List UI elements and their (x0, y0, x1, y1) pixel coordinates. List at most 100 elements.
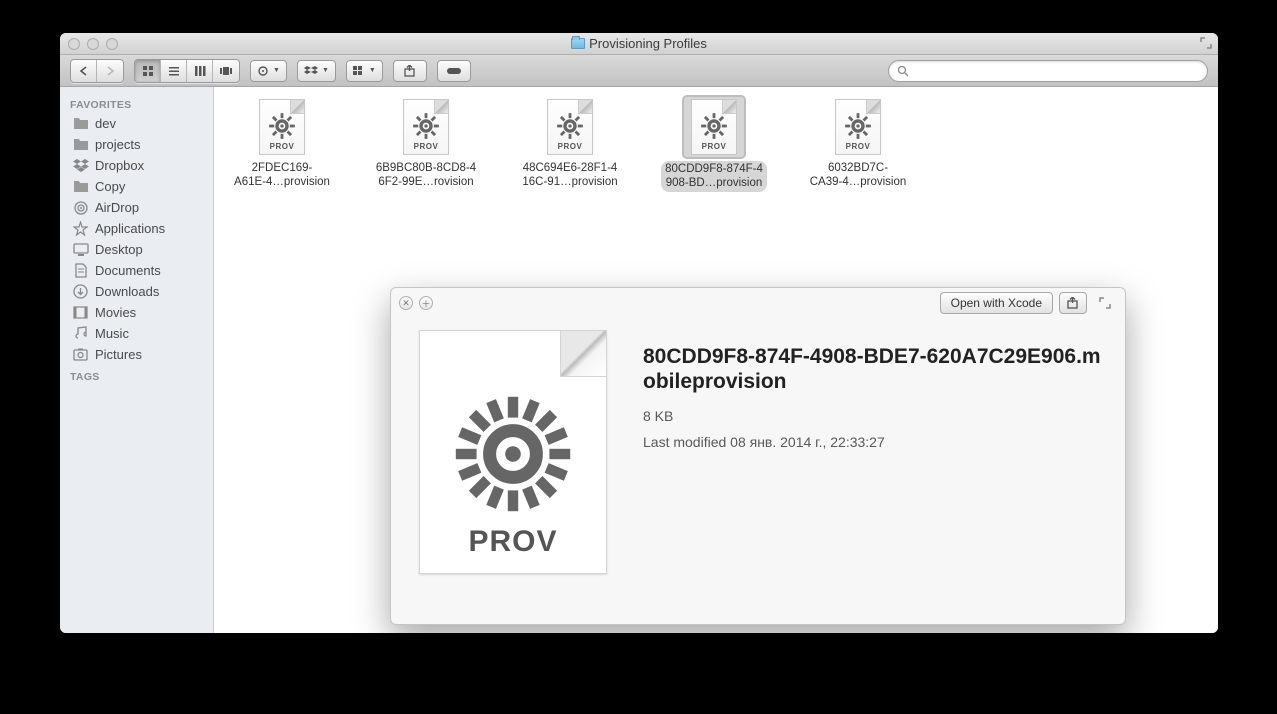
finder-window: Provisioning Profiles (60, 33, 1218, 633)
sidebar-item-movies[interactable]: Movies (60, 302, 213, 323)
prov-label: PROV (270, 142, 295, 151)
file-icon: PROV (540, 97, 600, 157)
quicklook-zoom-button[interactable]: ＋ (419, 296, 433, 310)
prov-label: PROV (468, 525, 557, 559)
sidebar-item-pictures[interactable]: Pictures (60, 344, 213, 365)
movies-icon (72, 305, 89, 320)
quicklook-filesize: 8 KB (643, 408, 1105, 424)
arrange-menu-button[interactable]: ▼ (346, 60, 383, 82)
sidebar-item-dev[interactable]: dev (60, 113, 213, 134)
file-item[interactable]: PROV 80CDD9F8-874F-4908-BD…provision (656, 97, 772, 192)
list-view-button[interactable] (161, 60, 187, 82)
file-label: 6B9BC80B-8CD8-46F2-99E…rovision (368, 161, 484, 190)
file-item[interactable]: PROV 6B9BC80B-8CD8-46F2-99E…rovision (368, 97, 484, 192)
applications-icon (72, 221, 89, 236)
quicklook-metadata: 80CDD9F8-874F-4908-BDE7-620A7C29E906.mob… (643, 330, 1105, 460)
pictures-icon (72, 347, 89, 362)
toolbar: ▼ ▼ ▼ (60, 55, 1218, 87)
sidebar-item-label: AirDrop (95, 200, 139, 215)
dropbox-icon (72, 158, 89, 173)
minimize-window-button[interactable] (87, 38, 99, 50)
sidebar: FAVORITES dev projects Dropbox Copy AirDrop A… (60, 87, 214, 633)
traffic-lights (60, 38, 118, 50)
close-window-button[interactable] (68, 38, 80, 50)
gear-icon (412, 112, 440, 140)
airdrop-icon (72, 200, 89, 215)
fullscreen-icon[interactable] (1200, 37, 1212, 49)
file-icon: PROV (396, 97, 456, 157)
documents-icon (72, 263, 89, 278)
file-label: 48C694E6-28F1-416C-91…provision (512, 161, 628, 190)
coverflow-view-button[interactable] (213, 60, 239, 82)
file-icon: PROV (684, 97, 744, 157)
sidebar-item-label: Downloads (95, 284, 159, 299)
file-label: 2FDEC169-A61E-4…provision (224, 161, 340, 190)
quicklook-modified: Last modified 08 янв. 2014 г., 22:33:27 (643, 434, 1105, 450)
gear-icon (556, 112, 584, 140)
prov-label: PROV (558, 142, 583, 151)
search-input[interactable] (913, 64, 1199, 78)
tags-button[interactable] (437, 60, 471, 82)
folder-icon (72, 179, 89, 194)
gear-icon (700, 112, 728, 140)
sidebar-item-airdrop[interactable]: AirDrop (60, 197, 213, 218)
forward-button[interactable] (97, 60, 123, 82)
titlebar: Provisioning Profiles (60, 33, 1218, 55)
sidebar-item-label: dev (95, 116, 116, 131)
nav-buttons (70, 59, 124, 83)
gear-icon (268, 112, 296, 140)
prov-label: PROV (414, 142, 439, 151)
sidebar-item-label: Copy (95, 179, 125, 194)
column-view-button[interactable] (187, 60, 213, 82)
open-with-xcode-button[interactable]: Open with Xcode (940, 292, 1053, 314)
window-title: Provisioning Profiles (589, 36, 707, 51)
sidebar-item-label: Documents (95, 263, 161, 278)
zoom-window-button[interactable] (106, 38, 118, 50)
action-menu-button[interactable]: ▼ (250, 60, 287, 82)
music-icon (72, 326, 89, 341)
icon-view-button[interactable] (135, 60, 161, 82)
share-button[interactable] (393, 60, 427, 82)
view-mode-buttons (134, 59, 240, 83)
file-item[interactable]: PROV 2FDEC169-A61E-4…provision (224, 97, 340, 192)
sidebar-item-label: projects (95, 137, 141, 152)
dropbox-menu-button[interactable]: ▼ (297, 60, 336, 82)
back-button[interactable] (71, 60, 97, 82)
file-item[interactable]: PROV 48C694E6-28F1-416C-91…provision (512, 97, 628, 192)
prov-label: PROV (702, 142, 727, 151)
file-label: 80CDD9F8-874F-4908-BD…provision (661, 161, 767, 192)
sidebar-item-label: Pictures (95, 347, 142, 362)
sidebar-item-dropbox[interactable]: Dropbox (60, 155, 213, 176)
search-field[interactable] (888, 60, 1208, 82)
folder-icon (571, 38, 585, 49)
sidebar-item-documents[interactable]: Documents (60, 260, 213, 281)
file-item[interactable]: PROV 6032BD7C-CA39-4…provision (800, 97, 916, 192)
sidebar-item-label: Applications (95, 221, 165, 236)
sidebar-item-projects[interactable]: projects (60, 134, 213, 155)
sidebar-tags-header: TAGS (60, 365, 213, 385)
sidebar-item-label: Dropbox (95, 158, 144, 173)
search-icon (897, 65, 909, 77)
folder-icon (72, 137, 89, 152)
quicklook-share-button[interactable] (1059, 292, 1087, 314)
gear-icon (448, 389, 578, 519)
quicklook-header: ✕ ＋ Open with Xcode (391, 288, 1125, 318)
downloads-icon (72, 284, 89, 299)
quicklook-close-button[interactable]: ✕ (399, 296, 413, 310)
sidebar-item-copy[interactable]: Copy (60, 176, 213, 197)
sidebar-item-label: Desktop (95, 242, 143, 257)
quicklook-fullscreen-button[interactable] (1093, 292, 1117, 314)
file-label: 6032BD7C-CA39-4…provision (800, 161, 916, 190)
file-browser: PROV 2FDEC169-A61E-4…provision PROV 6B9BC80… (214, 87, 1218, 633)
sidebar-item-desktop[interactable]: Desktop (60, 239, 213, 260)
desktop-icon (72, 242, 89, 257)
sidebar-item-downloads[interactable]: Downloads (60, 281, 213, 302)
sidebar-item-label: Movies (95, 305, 136, 320)
sidebar-item-applications[interactable]: Applications (60, 218, 213, 239)
file-icon: PROV (252, 97, 312, 157)
file-icon: PROV (828, 97, 888, 157)
sidebar-favorites-header: FAVORITES (60, 93, 213, 113)
sidebar-item-music[interactable]: Music (60, 323, 213, 344)
quicklook-panel: ✕ ＋ Open with Xcode (390, 287, 1126, 625)
quicklook-filename: 80CDD9F8-874F-4908-BDE7-620A7C29E906.mob… (643, 344, 1105, 394)
